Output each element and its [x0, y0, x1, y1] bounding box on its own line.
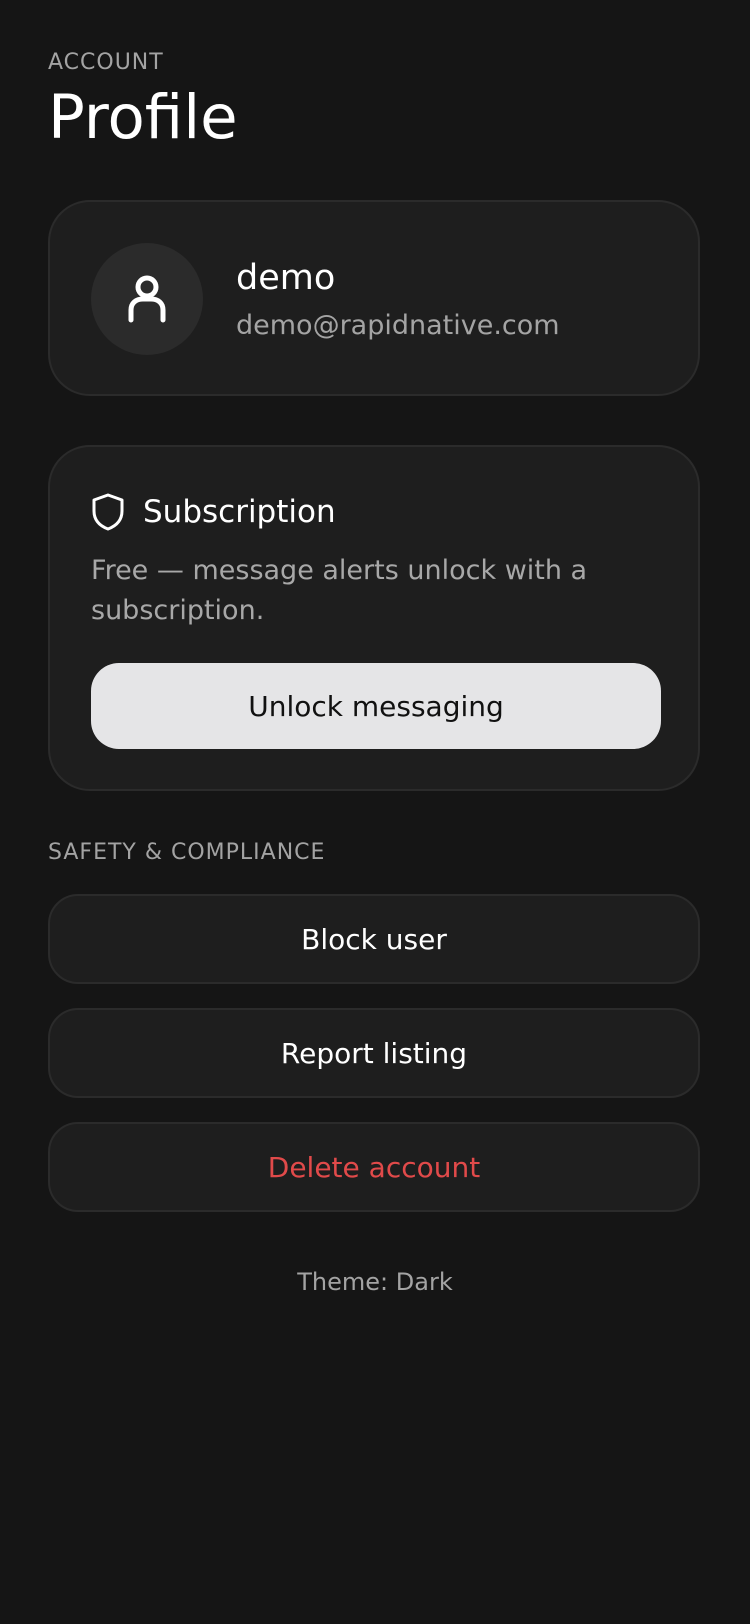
page-title: Profile — [48, 82, 238, 153]
profile-card: demo demo@rapidnative.com — [48, 200, 700, 396]
report-listing-button[interactable]: Report listing — [48, 1008, 700, 1098]
subscription-card: Subscription Free — message alerts unloc… — [48, 445, 700, 791]
user-email: demo@rapidnative.com — [236, 310, 560, 341]
subscription-title: Subscription — [143, 494, 336, 530]
delete-account-button[interactable]: Delete account — [48, 1122, 700, 1212]
unlock-messaging-button[interactable]: Unlock messaging — [91, 663, 661, 749]
avatar — [91, 243, 203, 355]
section-eyebrow: ACCOUNT — [48, 50, 164, 75]
safety-section-label: SAFETY & COMPLIANCE — [48, 840, 326, 865]
profile-screen: ACCOUNT Profile demo demo@rapidnative.co… — [0, 0, 750, 1624]
subscription-description: Free — message alerts unlock with a subs… — [91, 555, 588, 626]
theme-status: Theme: Dark — [297, 1268, 453, 1296]
user-name: demo — [236, 258, 336, 298]
subscription-header: Subscription — [91, 493, 336, 531]
block-user-button[interactable]: Block user — [48, 894, 700, 984]
shield-icon — [92, 493, 124, 531]
user-icon — [128, 275, 166, 323]
